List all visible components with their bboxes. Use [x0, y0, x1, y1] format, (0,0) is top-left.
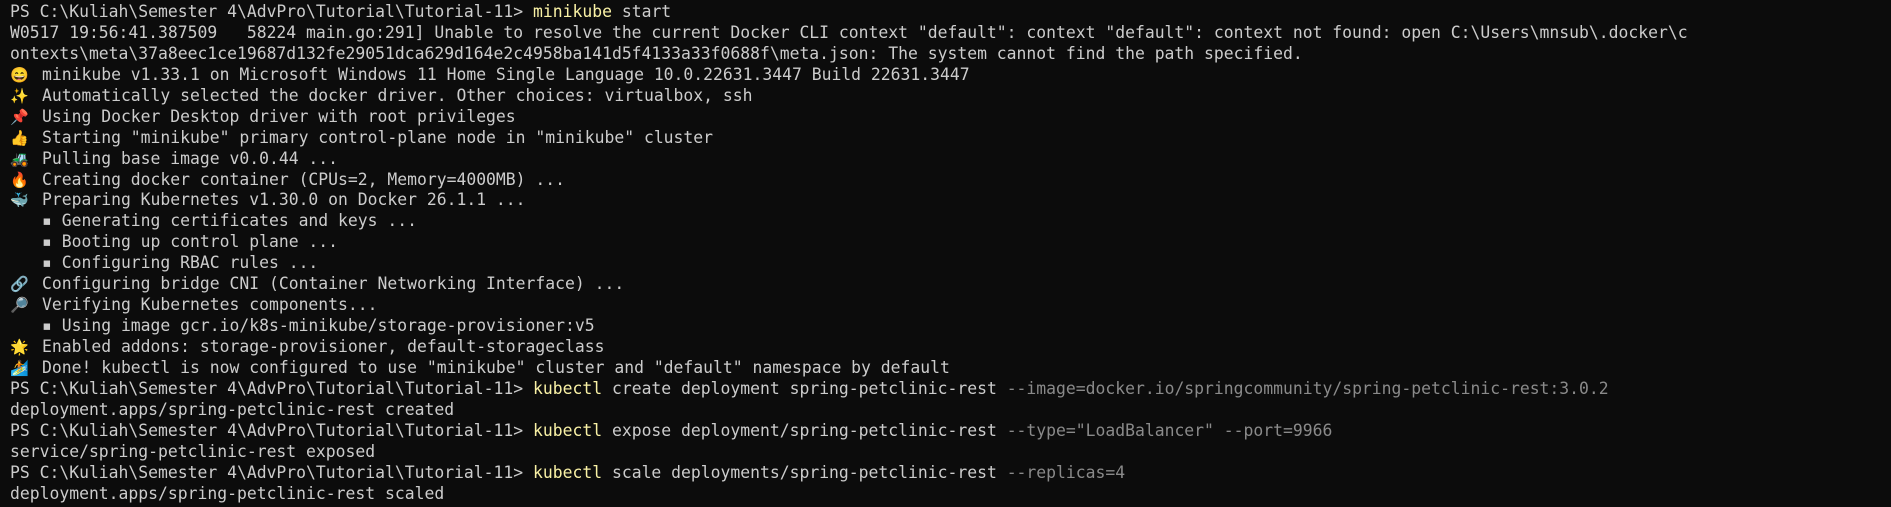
magnifier-icon: 🔎	[10, 296, 29, 315]
sub-status-line: ▪ Generating certificates and keys ...	[10, 211, 1891, 232]
output-text: service/spring-petclinic-rest exposed	[10, 441, 376, 461]
pushpin-icon: 📌	[10, 107, 29, 126]
command-flags: --image=docker.io/springcommunity/spring…	[1006, 378, 1609, 398]
prompt: PS C:\Kuliah\Semester 4\AdvPro\Tutorial\…	[10, 420, 534, 440]
thumbs-up-icon: 👍	[10, 128, 29, 147]
command-line: PS C:\Kuliah\Semester 4\AdvPro\Tutorial\…	[10, 463, 1891, 484]
status-text: Using Docker Desktop driver with root pr…	[42, 106, 516, 126]
sub-status-line: ▪ Configuring RBAC rules ...	[10, 253, 1891, 274]
command-flags: --type="LoadBalancer" --port=9966	[1006, 420, 1333, 440]
output-line: deployment.apps/spring-petclinic-rest sc…	[10, 484, 1891, 505]
sub-status-text: ▪ Configuring RBAC rules ...	[42, 253, 319, 273]
command-name: minikube	[533, 2, 612, 21]
sub-status-text: ▪ Booting up control plane ...	[42, 232, 339, 252]
command-name: kubectl	[533, 420, 603, 440]
status-text: Automatically selected the docker driver…	[42, 85, 753, 105]
status-line: 🚜 Pulling base image v0.0.44 ...	[10, 149, 1891, 170]
command-line: PS C:\Kuliah\Semester 4\AdvPro\Tutorial\…	[10, 2, 1891, 23]
command-args: scale deployments/spring-petclinic-rest	[602, 462, 1007, 482]
status-text: Preparing Kubernetes v1.30.0 on Docker 2…	[42, 190, 526, 210]
sparkles-icon: ✨	[10, 86, 29, 105]
command-line: PS C:\Kuliah\Semester 4\AdvPro\Tutorial\…	[10, 379, 1891, 400]
status-line: 🔗 Configuring bridge CNI (Container Netwo…	[10, 274, 1891, 295]
tractor-icon: 🚜	[10, 149, 29, 168]
status-text: Pulling base image v0.0.44 ...	[42, 148, 339, 168]
status-line: 🔥 Creating docker container (CPUs=2, Memo…	[10, 170, 1891, 191]
command-args: start	[611, 2, 672, 21]
output-line: W0517 19:56:41.387509 58224 main.go:291]…	[10, 23, 1891, 44]
output-text: W0517 19:56:41.387509 58224 main.go:291]…	[10, 22, 1688, 42]
sub-status-text: ▪ Using image gcr.io/k8s-minikube/storag…	[42, 316, 595, 336]
prompt: PS C:\Kuliah\Semester 4\AdvPro\Tutorial\…	[10, 2, 534, 21]
command-flags: --replicas=4	[1006, 462, 1126, 482]
output-line: service/spring-petclinic-rest exposed	[10, 442, 1891, 463]
status-text: minikube v1.33.1 on Microsoft Windows 11…	[42, 64, 970, 84]
output-text: ontexts\meta\37a8eec1ce19687d132fe29051d…	[10, 43, 1303, 63]
status-text: Enabled addons: storage-provisioner, def…	[42, 337, 605, 356]
output-line: ontexts\meta\37a8eec1ce19687d132fe29051d…	[10, 44, 1891, 65]
whale-icon: 🐳	[10, 191, 29, 210]
surfer-icon: 🏄	[10, 358, 29, 377]
prompt: PS C:\Kuliah\Semester 4\AdvPro\Tutorial\…	[10, 462, 534, 482]
status-text: Verifying Kubernetes components...	[42, 295, 378, 315]
command-name: kubectl	[533, 462, 603, 482]
status-line: ✨ Automatically selected the docker drive…	[10, 86, 1891, 107]
grinning-face-icon: 😄	[10, 65, 29, 84]
sub-status-line: ▪ Using image gcr.io/k8s-minikube/storag…	[10, 316, 1891, 337]
status-text: Starting "minikube" primary control-plan…	[42, 127, 714, 147]
status-line: 🏄 Done! kubectl is now configured to use …	[10, 358, 1891, 379]
link-icon: 🔗	[10, 275, 29, 294]
output-text: deployment.apps/spring-petclinic-rest sc…	[10, 483, 445, 503]
command-args: expose deployment/spring-petclinic-rest	[602, 420, 1007, 440]
terminal-window[interactable]: PS C:\Kuliah\Semester 4\AdvPro\Tutorial\…	[0, 0, 1891, 507]
command-line: PS C:\Kuliah\Semester 4\AdvPro\Tutorial\…	[10, 421, 1891, 442]
status-line: 😄 minikube v1.33.1 on Microsoft Windows 1…	[10, 65, 1891, 86]
status-text: Creating docker container (CPUs=2, Memor…	[42, 169, 566, 189]
command-args: create deployment spring-petclinic-rest	[602, 378, 1007, 398]
prompt: PS C:\Kuliah\Semester 4\AdvPro\Tutorial\…	[10, 378, 534, 398]
command-name: kubectl	[533, 378, 603, 398]
status-line: 🌟 Enabled addons: storage-provisioner, de…	[10, 337, 1891, 358]
sub-status-text: ▪ Generating certificates and keys ...	[42, 211, 417, 231]
status-line: 🔎 Verifying Kubernetes components...	[10, 295, 1891, 316]
status-line: 📌 Using Docker Desktop driver with root p…	[10, 107, 1891, 128]
terminal-output: PS C:\Kuliah\Semester 4\AdvPro\Tutorial\…	[10, 2, 1891, 505]
sub-status-line: ▪ Booting up control plane ...	[10, 232, 1891, 253]
status-line: 👍 Starting "minikube" primary control-pla…	[10, 128, 1891, 149]
star-icon: 🌟	[10, 338, 29, 356]
fire-icon: 🔥	[10, 170, 29, 189]
status-line: 🐳 Preparing Kubernetes v1.30.0 on Docker …	[10, 190, 1891, 211]
status-text: Configuring bridge CNI (Container Networ…	[42, 274, 625, 294]
output-line: deployment.apps/spring-petclinic-rest cr…	[10, 400, 1891, 421]
status-text: Done! kubectl is now configured to use "…	[42, 357, 950, 377]
output-text: deployment.apps/spring-petclinic-rest cr…	[10, 399, 455, 419]
